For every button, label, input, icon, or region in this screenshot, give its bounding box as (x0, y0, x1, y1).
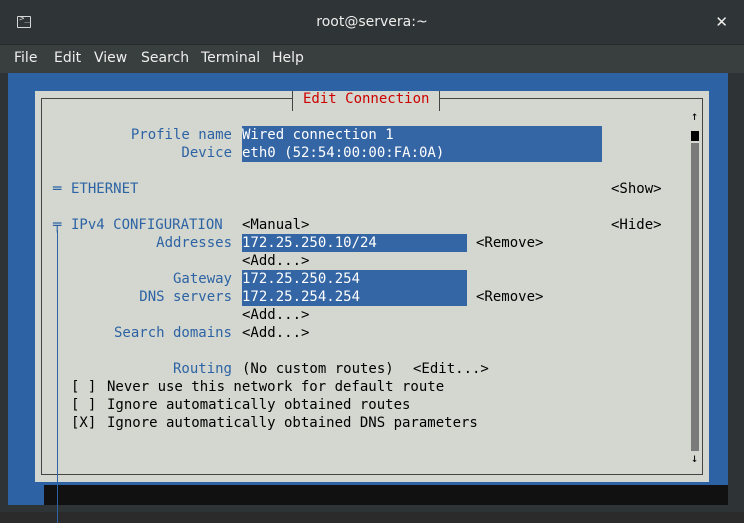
menu-help[interactable]: Help (272, 50, 304, 66)
menu-file[interactable]: File (14, 50, 37, 66)
menu-view[interactable]: View (94, 50, 127, 66)
ethernet-show-button[interactable]: <Show> (611, 180, 662, 198)
terminal-area[interactable]: Edit Connection ↑ ↓ Profile name Wired c… (0, 73, 744, 523)
title-bar: >_ root@servera:~ ✕ (0, 0, 744, 44)
profile-name-label: Profile name (130, 127, 232, 143)
dialog-title: Edit Connection (292, 91, 441, 111)
ethernet-marker: ═ (53, 181, 62, 197)
profile-name-field[interactable]: Wired connection 1 (242, 126, 602, 144)
dns-add-button[interactable]: <Add...> (242, 306, 309, 324)
checkbox-ignore-routes[interactable]: [ ] (71, 396, 96, 414)
dns-server-field[interactable]: 172.25.254.254 (242, 288, 467, 306)
menu-bar: File Edit View Search Terminal Help (0, 44, 744, 73)
ignore-routes-label: Ignore automatically obtained routes (107, 397, 411, 413)
edit-connection-dialog: Edit Connection ↑ ↓ Profile name Wired c… (35, 91, 709, 523)
address-add-button[interactable]: <Add...> (242, 252, 309, 270)
device-label: Device (181, 145, 232, 161)
close-icon[interactable]: ✕ (715, 13, 728, 31)
dns-servers-label: DNS servers (139, 289, 232, 305)
search-domains-add-button[interactable]: <Add...> (242, 324, 309, 342)
checkbox-never-default-route[interactable]: [ ] (71, 378, 96, 396)
menu-terminal[interactable]: Terminal (201, 50, 260, 66)
scroll-up-icon[interactable]: ↑ (691, 109, 698, 123)
address-remove-button[interactable]: <Remove> (476, 234, 543, 252)
dialog-shadow (44, 485, 728, 505)
routing-label: Routing (172, 361, 232, 377)
ipv4-label: IPv4 CONFIGURATION (71, 217, 223, 233)
routing-edit-button[interactable]: <Edit...> (413, 360, 489, 378)
dns-remove-button[interactable]: <Remove> (476, 288, 543, 306)
ipv4-mode-button[interactable]: <Manual> (242, 216, 309, 234)
search-domains-label: Search domains (113, 325, 232, 341)
checkbox-ignore-dns[interactable]: [X] (71, 414, 96, 432)
gateway-label: Gateway (172, 271, 232, 287)
addresses-label: Addresses (156, 235, 232, 251)
window-title: root@servera:~ (316, 14, 428, 30)
scrollbar-track[interactable] (691, 143, 699, 451)
scroll-down-icon[interactable]: ↓ (691, 451, 698, 465)
routing-value: (No custom routes) (242, 361, 394, 377)
device-field[interactable]: eth0 (52:54:00:00:FA:0A) (242, 144, 602, 162)
menu-edit[interactable]: Edit (54, 50, 81, 66)
ethernet-label: ETHERNET (71, 181, 139, 197)
ipv4-hide-button[interactable]: <Hide> (611, 216, 662, 234)
never-default-route-label: Never use this network for default route (107, 379, 445, 395)
gateway-field[interactable]: 172.25.250.254 (242, 270, 467, 288)
address-field[interactable]: 172.25.250.10/24 (242, 234, 467, 252)
menu-search[interactable]: Search (141, 50, 189, 66)
scrollbar-thumb[interactable] (691, 131, 699, 141)
ignore-dns-label: Ignore automatically obtained DNS parame… (107, 415, 478, 431)
